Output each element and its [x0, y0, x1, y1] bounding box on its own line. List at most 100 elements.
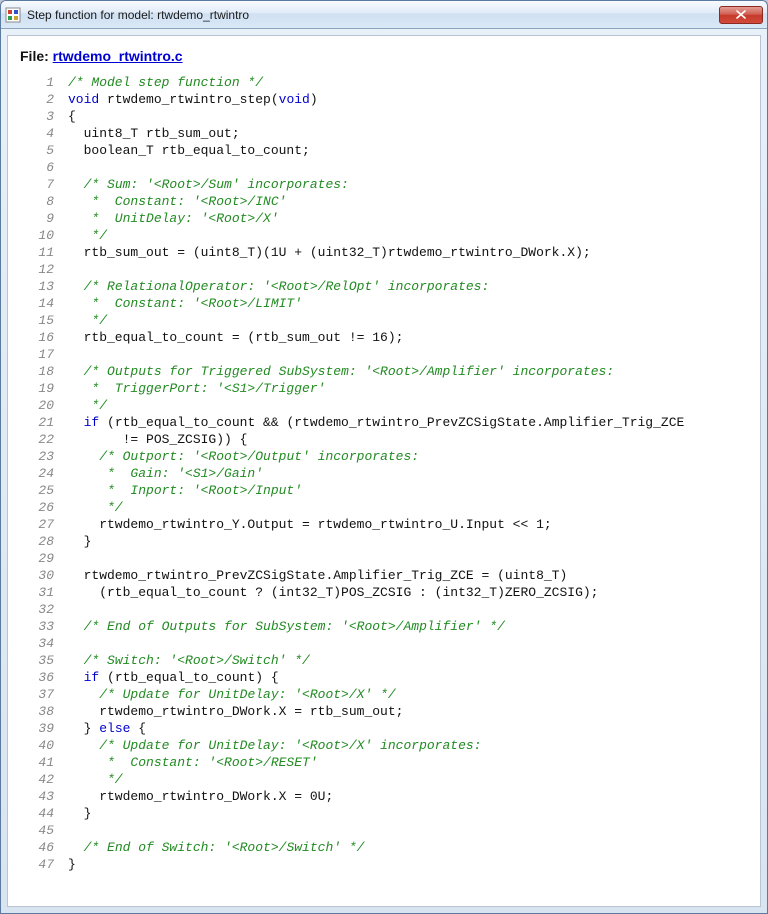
line-source[interactable]	[68, 261, 684, 278]
code-scroll-area[interactable]: File: rtwdemo_rtwintro.c 1/* Model step …	[8, 36, 760, 906]
line-source[interactable]: * Constant: '<Root>/INC'	[68, 193, 684, 210]
code-line: 30 rtwdemo_rtwintro_PrevZCSigState.Ampli…	[12, 567, 684, 584]
code-line: 20 */	[12, 397, 684, 414]
line-source[interactable]: rtb_sum_out = (uint8_T)(1U + (uint32_T)r…	[68, 244, 684, 261]
line-number: 6	[12, 159, 68, 176]
line-source[interactable]: boolean_T rtb_equal_to_count;	[68, 142, 684, 159]
line-number: 44	[12, 805, 68, 822]
line-source[interactable]: rtwdemo_rtwintro_Y.Output = rtwdemo_rtwi…	[68, 516, 684, 533]
line-source[interactable]: /* End of Outputs for SubSystem: '<Root>…	[68, 618, 684, 635]
line-source[interactable]: * UnitDelay: '<Root>/X'	[68, 210, 684, 227]
line-source[interactable]: void rtwdemo_rtwintro_step(void)	[68, 91, 684, 108]
line-source[interactable]: /* Outport: '<Root>/Output' incorporates…	[68, 448, 684, 465]
line-source[interactable]: rtwdemo_rtwintro_PrevZCSigState.Amplifie…	[68, 567, 684, 584]
line-number: 9	[12, 210, 68, 227]
close-icon	[736, 10, 746, 19]
code-line: 42 */	[12, 771, 684, 788]
line-source[interactable]: */	[68, 397, 684, 414]
line-source[interactable]: * Gain: '<S1>/Gain'	[68, 465, 684, 482]
line-number: 37	[12, 686, 68, 703]
line-number: 31	[12, 584, 68, 601]
line-number: 15	[12, 312, 68, 329]
code-line: 31 (rtb_equal_to_count ? (int32_T)POS_ZC…	[12, 584, 684, 601]
line-source[interactable]: {	[68, 108, 684, 125]
line-source[interactable]: /* Model step function */	[68, 74, 684, 91]
line-source[interactable]: }	[68, 856, 684, 873]
line-source[interactable]: != POS_ZCSIG)) {	[68, 431, 684, 448]
line-number: 25	[12, 482, 68, 499]
code-line: 40 /* Update for UnitDelay: '<Root>/X' i…	[12, 737, 684, 754]
code-line: 12	[12, 261, 684, 278]
line-source[interactable]	[68, 822, 684, 839]
line-number: 35	[12, 652, 68, 669]
code-line: 33 /* End of Outputs for SubSystem: '<Ro…	[12, 618, 684, 635]
line-number: 5	[12, 142, 68, 159]
line-source[interactable]: /* Update for UnitDelay: '<Root>/X' */	[68, 686, 684, 703]
line-source[interactable]	[68, 159, 684, 176]
code-line: 3{	[12, 108, 684, 125]
line-source[interactable]: */	[68, 771, 684, 788]
line-number: 26	[12, 499, 68, 516]
line-number: 1	[12, 74, 68, 91]
line-source[interactable]: */	[68, 227, 684, 244]
line-source[interactable]: rtwdemo_rtwintro_DWork.X = 0U;	[68, 788, 684, 805]
line-number: 14	[12, 295, 68, 312]
code-line: 47}	[12, 856, 684, 873]
line-number: 38	[12, 703, 68, 720]
line-source[interactable]: if (rtb_equal_to_count) {	[68, 669, 684, 686]
code-table: 1/* Model step function */2void rtwdemo_…	[12, 74, 684, 873]
code-line: 1/* Model step function */	[12, 74, 684, 91]
line-source[interactable]	[68, 601, 684, 618]
code-line: 11 rtb_sum_out = (uint8_T)(1U + (uint32_…	[12, 244, 684, 261]
titlebar[interactable]: Step function for model: rtwdemo_rtwintr…	[1, 1, 767, 29]
line-source[interactable]: rtwdemo_rtwintro_DWork.X = rtb_sum_out;	[68, 703, 684, 720]
app-icon	[5, 7, 21, 23]
line-number: 23	[12, 448, 68, 465]
line-source[interactable]	[68, 635, 684, 652]
line-source[interactable]: uint8_T rtb_sum_out;	[68, 125, 684, 142]
line-number: 47	[12, 856, 68, 873]
line-source[interactable]: rtb_equal_to_count = (rtb_sum_out != 16)…	[68, 329, 684, 346]
line-source[interactable]: }	[68, 805, 684, 822]
code-line: 2void rtwdemo_rtwintro_step(void)	[12, 91, 684, 108]
line-source[interactable]	[68, 346, 684, 363]
line-number: 19	[12, 380, 68, 397]
line-number: 4	[12, 125, 68, 142]
line-number: 8	[12, 193, 68, 210]
code-line: 6	[12, 159, 684, 176]
code-line: 36 if (rtb_equal_to_count) {	[12, 669, 684, 686]
code-line: 38 rtwdemo_rtwintro_DWork.X = rtb_sum_ou…	[12, 703, 684, 720]
file-label: File:	[20, 48, 53, 64]
code-line: 16 rtb_equal_to_count = (rtb_sum_out != …	[12, 329, 684, 346]
file-link[interactable]: rtwdemo_rtwintro.c	[53, 48, 183, 64]
code-line: 44 }	[12, 805, 684, 822]
line-source[interactable]: /* Update for UnitDelay: '<Root>/X' inco…	[68, 737, 684, 754]
line-source[interactable]: */	[68, 312, 684, 329]
window-frame: Step function for model: rtwdemo_rtwintr…	[0, 0, 768, 914]
line-source[interactable]: */	[68, 499, 684, 516]
line-number: 32	[12, 601, 68, 618]
line-source[interactable]: * Constant: '<Root>/LIMIT'	[68, 295, 684, 312]
line-source[interactable]: (rtb_equal_to_count ? (int32_T)POS_ZCSIG…	[68, 584, 684, 601]
line-source[interactable]: /* Outputs for Triggered SubSystem: '<Ro…	[68, 363, 684, 380]
code-line: 28 }	[12, 533, 684, 550]
line-source[interactable]: } else {	[68, 720, 684, 737]
line-source[interactable]: * Constant: '<Root>/RESET'	[68, 754, 684, 771]
code-line: 25 * Inport: '<Root>/Input'	[12, 482, 684, 499]
line-number: 13	[12, 278, 68, 295]
line-source[interactable]: /* Switch: '<Root>/Switch' */	[68, 652, 684, 669]
line-source[interactable]: /* End of Switch: '<Root>/Switch' */	[68, 839, 684, 856]
window-title: Step function for model: rtwdemo_rtwintr…	[27, 8, 719, 22]
line-source[interactable]: * TriggerPort: '<S1>/Trigger'	[68, 380, 684, 397]
line-source[interactable]: /* RelationalOperator: '<Root>/RelOpt' i…	[68, 278, 684, 295]
close-button[interactable]	[719, 6, 763, 24]
line-number: 21	[12, 414, 68, 431]
line-source[interactable]: /* Sum: '<Root>/Sum' incorporates:	[68, 176, 684, 193]
line-source[interactable]: if (rtb_equal_to_count && (rtwdemo_rtwin…	[68, 414, 684, 431]
code-line: 34	[12, 635, 684, 652]
line-number: 34	[12, 635, 68, 652]
line-source[interactable]	[68, 550, 684, 567]
line-source[interactable]: }	[68, 533, 684, 550]
line-number: 29	[12, 550, 68, 567]
line-source[interactable]: * Inport: '<Root>/Input'	[68, 482, 684, 499]
